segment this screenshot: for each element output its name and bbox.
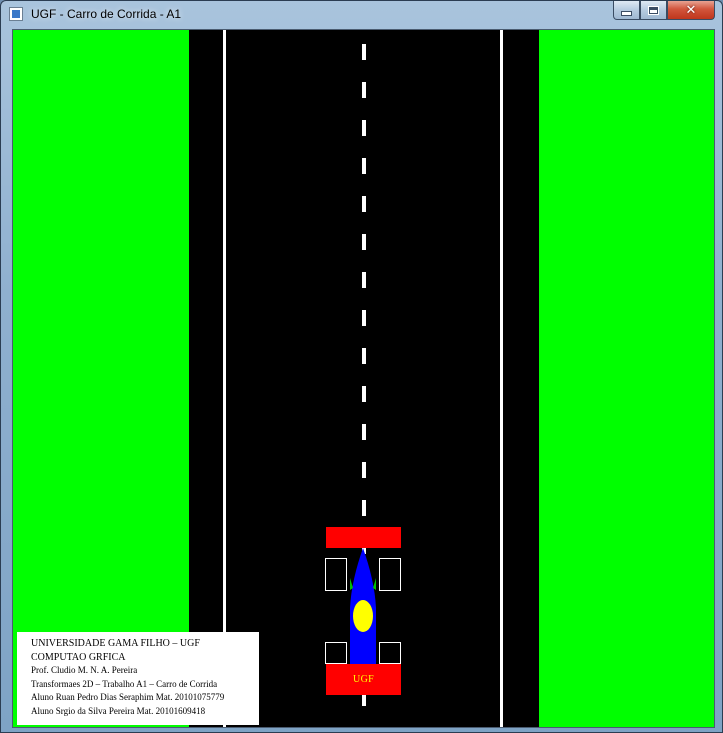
center-lane-dash xyxy=(362,196,366,212)
title-bar[interactable]: UGF - Carro de Corrida - A1 ✕ xyxy=(1,1,722,28)
credits-course: COMPUTAO GRFICA xyxy=(31,651,126,663)
credits-panel: UNIVERSIDADE GAMA FILHO – UGF COMPUTAO G… xyxy=(17,632,259,725)
maximize-button[interactable] xyxy=(640,1,667,20)
car-body xyxy=(347,548,379,664)
minimize-button[interactable] xyxy=(613,1,640,20)
close-button[interactable]: ✕ xyxy=(667,1,715,20)
window-title: UGF - Carro de Corrida - A1 xyxy=(31,7,182,21)
center-lane-dash xyxy=(362,310,366,326)
game-canvas[interactable]: UGF UNIVERSIDADE GAMA FILHO – UGF COMPUT… xyxy=(12,29,715,728)
center-lane-dash xyxy=(362,272,366,288)
center-lane-dash xyxy=(362,424,366,440)
center-lane-dash xyxy=(362,500,366,516)
car-label: UGF xyxy=(353,674,374,685)
credits-professor: Prof. Cludio M. N. A. Pereira xyxy=(31,665,138,675)
center-lane-dash xyxy=(362,348,366,364)
center-lane-dash xyxy=(362,158,366,174)
credits-university: UNIVERSIDADE GAMA FILHO – UGF xyxy=(31,638,200,649)
maximize-icon xyxy=(648,5,659,15)
car-front-wing xyxy=(326,527,401,548)
car-wheel-front-left xyxy=(325,558,347,591)
driver-helmet xyxy=(353,600,373,632)
app-window: UGF - Carro de Corrida - A1 ✕ UGF UNIVER… xyxy=(0,0,723,733)
car-wheel-front-right xyxy=(379,558,401,591)
close-icon: ✕ xyxy=(685,2,697,18)
minimize-icon xyxy=(621,10,632,16)
road-edge-line-left xyxy=(223,30,226,727)
car-wheel-rear-left xyxy=(325,642,347,664)
center-lane-dash xyxy=(362,386,366,402)
center-lane-dash xyxy=(362,44,366,60)
center-lane-dash xyxy=(362,82,366,98)
road-edge-line-right xyxy=(500,30,503,727)
credits-assignment: Transformaes 2D – Trabalho A1 – Carro de… xyxy=(31,678,218,689)
app-icon[interactable] xyxy=(9,7,23,21)
race-car[interactable]: UGF xyxy=(325,527,403,697)
credits-student-1: Aluno Ruan Pedro Dias Seraphim Mat. 2010… xyxy=(31,692,225,702)
car-rear-wing: UGF xyxy=(326,664,401,695)
grass-left xyxy=(13,30,189,727)
center-lane-dash xyxy=(362,462,366,478)
credits-student-2: Aluno Srgio da Silva Pereira Mat. 201016… xyxy=(31,705,206,716)
center-lane-dash xyxy=(362,234,366,250)
grass-right xyxy=(539,30,714,727)
center-lane-dash xyxy=(362,120,366,136)
car-wheel-rear-right xyxy=(379,642,401,664)
